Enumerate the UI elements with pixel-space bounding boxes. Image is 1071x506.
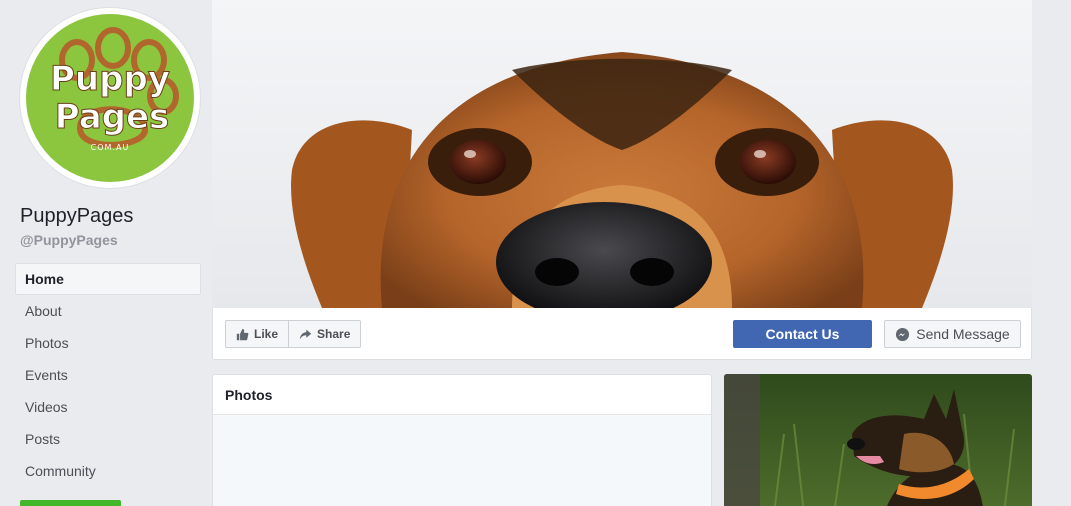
messenger-icon	[896, 327, 910, 341]
share-label: Share	[317, 327, 351, 341]
page-action-bar: Like Share Contact Us Send Message	[212, 308, 1032, 360]
logo-domain: COM.AU	[91, 143, 130, 152]
puppy-pages-logo: Puppy Pages COM.AU	[26, 14, 194, 182]
like-label: Like	[254, 327, 279, 341]
page-sidebar: Puppy Pages COM.AU PuppyPages @PuppyPage…	[0, 0, 210, 506]
nav-item-posts[interactable]: Posts	[15, 423, 201, 455]
share-icon	[299, 329, 312, 339]
contact-us-button[interactable]: Contact Us	[733, 320, 872, 348]
send-message-button[interactable]: Send Message	[884, 320, 1021, 348]
nav-item-events[interactable]: Events	[15, 359, 201, 391]
featured-photo[interactable]	[724, 374, 1032, 506]
logo-text-puppy: Puppy	[50, 59, 170, 99]
page-title[interactable]: PuppyPages	[20, 205, 133, 228]
like-share-group: Like Share	[225, 320, 362, 348]
page-username[interactable]: @PuppyPages	[20, 232, 118, 248]
share-button[interactable]: Share	[288, 321, 360, 347]
send-message-label: Send Message	[916, 326, 1010, 342]
nav-item-photos[interactable]: Photos	[15, 327, 201, 359]
nav-item-videos[interactable]: Videos	[15, 391, 201, 423]
german-shepherd-image	[724, 374, 1032, 506]
like-button[interactable]: Like	[226, 321, 288, 347]
photos-card: Photos	[212, 374, 712, 506]
photos-heading[interactable]: Photos	[213, 375, 711, 415]
cover-photo[interactable]	[212, 0, 1032, 308]
create-page-button[interactable]	[20, 500, 121, 506]
nav-item-home[interactable]: Home	[15, 263, 201, 295]
page-nav: Home About Photos Events Videos Posts Co…	[15, 263, 201, 487]
photos-grid	[213, 415, 711, 506]
logo-text-pages: Pages	[55, 97, 170, 137]
profile-logo[interactable]: Puppy Pages COM.AU	[20, 8, 200, 188]
cover-dog-image	[212, 0, 1032, 308]
nav-item-community[interactable]: Community	[15, 455, 201, 487]
nav-item-about[interactable]: About	[15, 295, 201, 327]
like-icon	[236, 328, 249, 340]
